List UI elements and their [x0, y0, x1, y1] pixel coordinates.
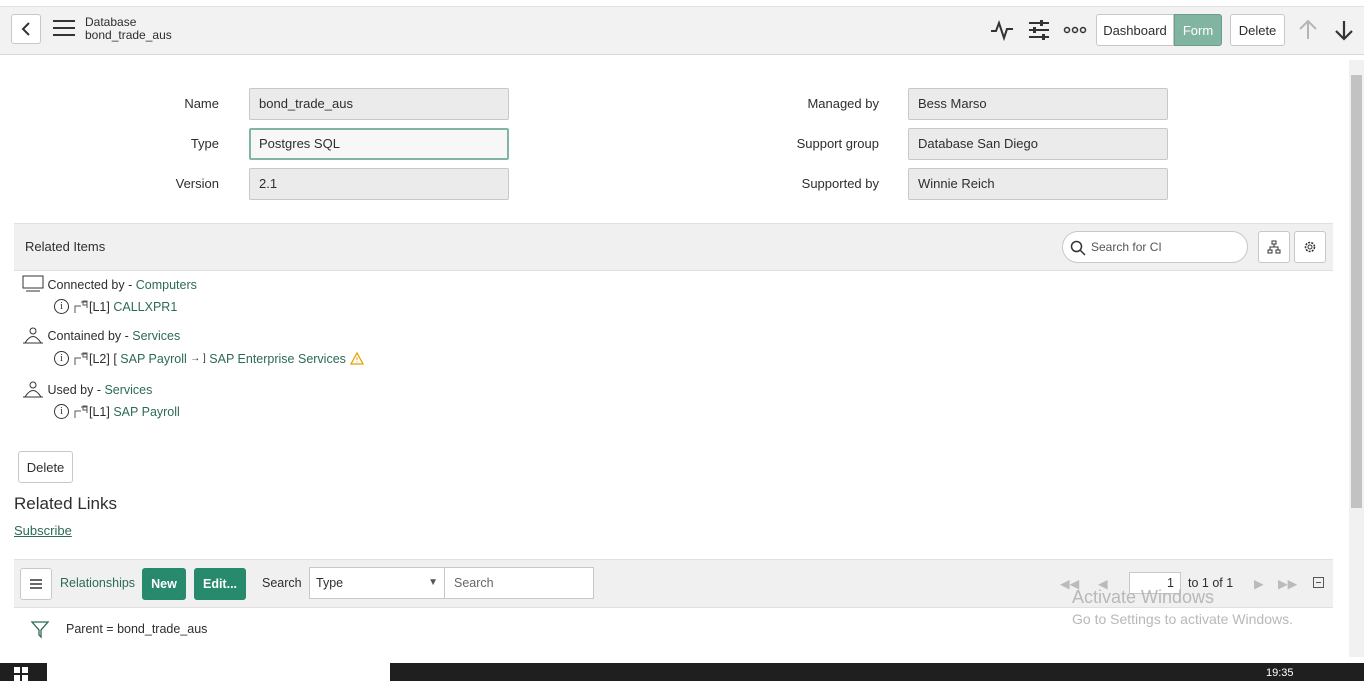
relationships-title[interactable]: Relationships: [60, 576, 135, 590]
delete-button[interactable]: Delete: [18, 451, 73, 483]
last-page-icon[interactable]: ▶▶: [1278, 576, 1297, 591]
record-type: Database: [85, 15, 137, 29]
scrollbar-thumb[interactable]: [1351, 75, 1362, 508]
subscribe-link[interactable]: Subscribe: [14, 523, 72, 538]
sap-enterprise-services-link[interactable]: SAP Enterprise Services: [209, 352, 346, 366]
settings-button[interactable]: [1294, 231, 1326, 263]
form-header: Database bond_trade_aus Dashboard Form D…: [0, 7, 1364, 55]
managed-by-label: Managed by: [807, 96, 879, 111]
version-label: Version: [175, 176, 219, 191]
related-links-title: Related Links: [14, 494, 118, 513]
back-button[interactable]: [11, 14, 41, 44]
windows-start-icon[interactable]: [14, 667, 28, 681]
service-icon: [23, 381, 43, 398]
search-label: Search: [262, 576, 302, 590]
computers-link[interactable]: Computers: [136, 278, 197, 292]
form-button[interactable]: Form: [1174, 14, 1222, 46]
info-icon[interactable]: i: [54, 404, 69, 419]
version-field[interactable]: 2.1: [249, 168, 509, 200]
relation-icon: [74, 352, 88, 365]
level-label: [L1]: [89, 299, 110, 314]
related-item-row: i [L1] CALLXPR1: [54, 299, 177, 314]
level-label: [L2] [: [89, 351, 117, 366]
relation-icon: [74, 300, 88, 313]
service-icon: [23, 327, 43, 344]
warning-icon: [349, 352, 364, 365]
hierarchy-button[interactable]: [1258, 231, 1290, 263]
info-icon[interactable]: i: [54, 299, 69, 314]
type-select-value: Type: [316, 576, 344, 590]
filter-icon[interactable]: [30, 619, 50, 639]
supported-by-label: Supported by: [801, 176, 879, 191]
taskbar: 19:35: [0, 663, 1364, 681]
related-item-row: i [L1] SAP Payroll: [54, 404, 180, 419]
sliders-icon[interactable]: [1027, 19, 1051, 41]
filter-breadcrumb: Parent = bond_trade_aus: [30, 619, 207, 639]
managed-by-field[interactable]: Bess Marso: [908, 88, 1168, 120]
new-button[interactable]: New: [142, 568, 186, 600]
name-field[interactable]: bond_trade_aus: [249, 88, 509, 120]
sap-payroll-link[interactable]: SAP Payroll: [120, 352, 186, 366]
more-options-icon[interactable]: [1063, 19, 1087, 41]
top-border: [0, 0, 1364, 7]
connected-by-group: Connected by - Computers: [22, 275, 197, 293]
activate-windows-subtitle: Go to Settings to activate Windows.: [1072, 611, 1293, 627]
activate-windows-title: Activate Windows: [1072, 587, 1215, 607]
type-label: Type: [190, 136, 219, 151]
search-icon: [1070, 240, 1086, 256]
related-items-bar: Related Items Search for CI: [14, 223, 1333, 271]
arrow-label: → ]: [190, 353, 206, 364]
filter-condition[interactable]: Parent = bond_trade_aus: [66, 622, 207, 636]
type-select[interactable]: Type ▼: [309, 567, 445, 599]
caret-down-icon: ▼: [428, 577, 438, 588]
menu-icon[interactable]: [53, 20, 75, 38]
dashboard-button[interactable]: Dashboard: [1096, 14, 1174, 46]
related-items-title: Related Items: [25, 239, 106, 254]
sap-payroll-link[interactable]: SAP Payroll: [113, 405, 179, 419]
name-label: Name: [184, 96, 219, 111]
chevron-left-icon: [21, 22, 30, 36]
next-page-icon[interactable]: ▶: [1254, 576, 1264, 591]
collapse-icon[interactable]: [1313, 577, 1324, 588]
relation-icon: [74, 405, 88, 418]
hamburger-icon: [30, 579, 42, 589]
contained-by-group: Contained by - Services: [22, 326, 180, 344]
list-search-input[interactable]: Search: [444, 567, 594, 599]
used-by-label: Used by -: [47, 383, 105, 397]
type-field[interactable]: Postgres SQL: [249, 128, 509, 160]
services-link[interactable]: Services: [104, 383, 152, 397]
contained-by-label: Contained by -: [47, 329, 133, 343]
supported-by-field[interactable]: Winnie Reich: [908, 168, 1168, 200]
activity-icon[interactable]: [990, 19, 1014, 41]
taskbar-clock: 19:35: [1266, 667, 1294, 679]
gear-icon: [1304, 241, 1316, 253]
hierarchy-icon: [1267, 240, 1281, 254]
list-menu-button[interactable]: [20, 568, 52, 600]
level-label: [L1]: [89, 404, 110, 419]
arrow-down-icon[interactable]: [1332, 18, 1356, 42]
ci-search-input[interactable]: Search for CI: [1062, 231, 1248, 263]
connected-by-label: Connected by -: [47, 278, 136, 292]
arrow-up-icon[interactable]: [1296, 18, 1320, 42]
record-name: bond_trade_aus: [85, 28, 172, 42]
info-icon[interactable]: i: [54, 351, 69, 366]
edit-button[interactable]: Edit...: [194, 568, 246, 600]
ci-search-placeholder: Search for CI: [1091, 240, 1162, 254]
support-group-field[interactable]: Database San Diego: [908, 128, 1168, 160]
support-group-label: Support group: [796, 136, 879, 151]
related-item-row: i [L2] [ SAP Payroll → ] SAP Enterprise …: [54, 351, 364, 366]
taskbar-search[interactable]: [47, 663, 390, 681]
computer-icon: [22, 275, 44, 292]
used-by-group: Used by - Services: [22, 380, 152, 398]
services-link[interactable]: Services: [132, 329, 180, 343]
header-delete-button[interactable]: Delete: [1230, 14, 1285, 46]
callxpr1-link[interactable]: CALLXPR1: [113, 300, 177, 314]
